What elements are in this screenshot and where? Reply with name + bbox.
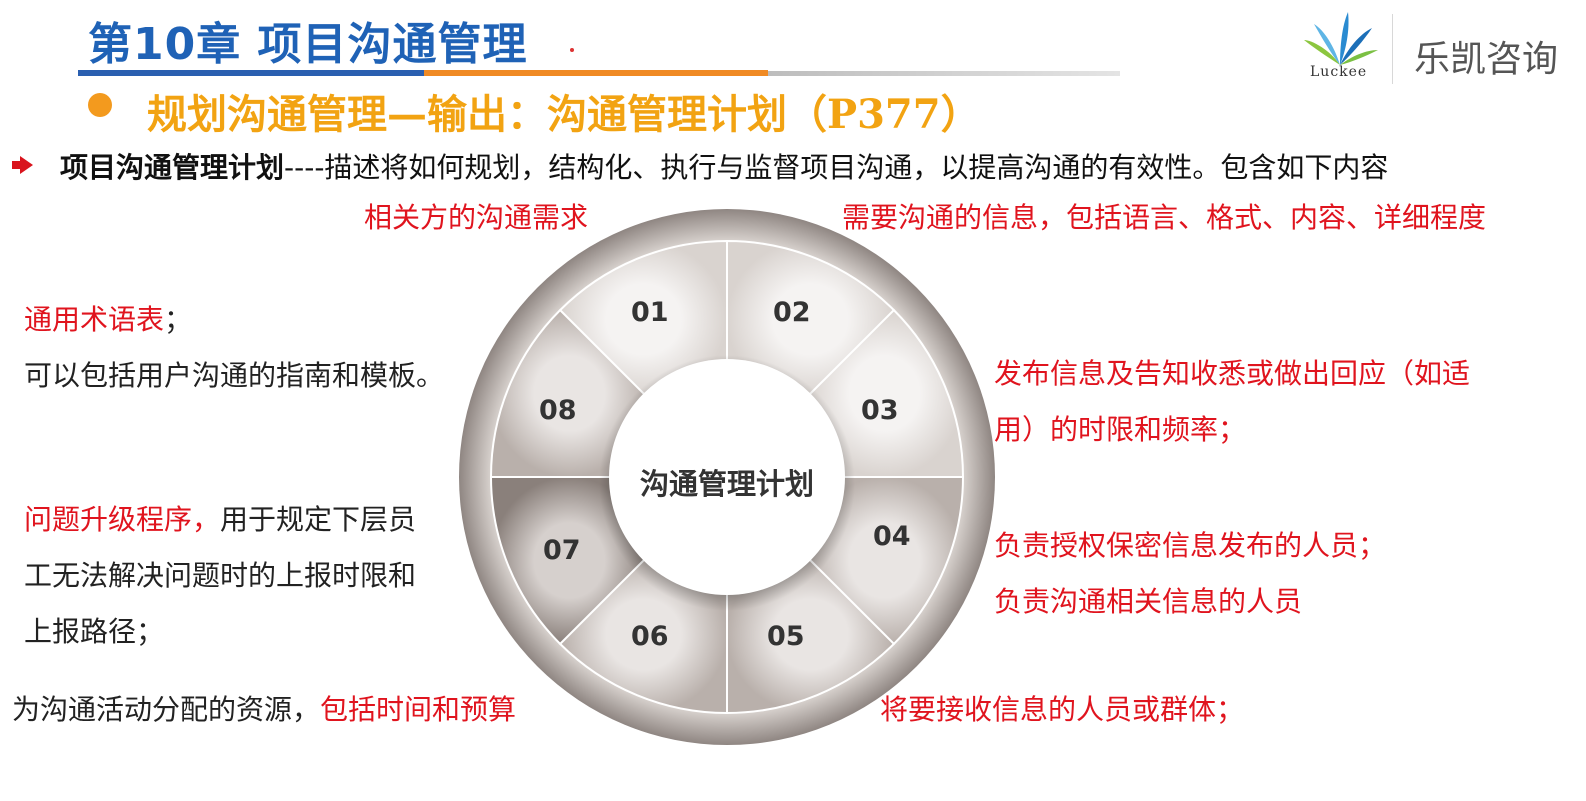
main-description-text: ----描述将如何规划，结构化、执行与监督项目沟通，以提高沟通的有效性。包含如下…	[284, 151, 1389, 184]
wheel-center-label: 沟通管理计划	[639, 467, 814, 501]
segment-label-03: 03	[861, 395, 899, 426]
annotation-07-line1: 问题升级程序，用于规定下层员	[24, 492, 416, 548]
segment-label-04: 04	[873, 521, 911, 552]
annotation-01: 相关方的沟通需求	[364, 201, 589, 234]
annotation-06-highlight: 包括时间和预算	[320, 693, 517, 726]
section-title: 规划沟通管理—输出：沟通管理计划（P377）	[147, 91, 981, 138]
annotation-08-sep: ；	[164, 303, 193, 336]
wheel-diagram: 沟通管理计划 01 02 03 04 05 06 07 08	[455, 205, 1000, 750]
segment-label-08: 08	[539, 395, 577, 426]
annotation-07-text: 用于规定下层员	[220, 503, 417, 536]
decorative-dot	[570, 48, 574, 52]
header-bar-blue	[78, 70, 424, 76]
annotation-06: 为沟通活动分配的资源，包括时间和预算	[12, 682, 516, 738]
segment-label-02: 02	[773, 297, 811, 328]
segment-label-05: 05	[767, 621, 805, 652]
annotation-08-line1: 通用术语表；	[24, 292, 192, 348]
segment-label-07: 07	[543, 535, 581, 566]
annotation-06-text: 为沟通活动分配的资源，	[12, 693, 321, 726]
logo-chinese-text: 乐凯咨询	[1414, 39, 1559, 80]
annotation-07-highlight: 问题升级程序，	[24, 503, 221, 536]
chapter-title: 第10章 项目沟通管理	[88, 19, 528, 70]
annotation-03-line2: 用）的时限和频率；	[994, 413, 1247, 446]
logo-divider	[1392, 14, 1393, 84]
header-bar-gray	[768, 71, 1120, 76]
logo-english-text: Luckee	[1310, 64, 1368, 80]
annotation-07-line3: 上报路径；	[24, 615, 165, 648]
annotation-04-line2: 负责沟通相关信息的人员	[994, 585, 1303, 618]
header-bar-orange	[424, 70, 768, 76]
annotation-02: 需要沟通的信息，包括语言、格式、内容、详细程度	[842, 201, 1487, 234]
annotation-05: 将要接收信息的人员或群体；	[880, 693, 1245, 726]
arrow-bullet-icon	[12, 155, 34, 175]
segment-label-01: 01	[631, 297, 669, 328]
annotation-08-line2: 可以包括用户沟通的指南和模板。	[24, 359, 445, 392]
annotation-08-highlight: 通用术语表	[24, 303, 165, 336]
section-bullet-icon	[88, 93, 112, 117]
annotation-07-line2: 工无法解决问题时的上报时限和	[24, 559, 417, 592]
annotation-04-line1: 负责授权保密信息发布的人员；	[994, 529, 1387, 562]
segment-label-06: 06	[631, 621, 669, 652]
main-description-term: 项目沟通管理计划	[60, 151, 285, 184]
main-description: 项目沟通管理计划----描述将如何规划，结构化、执行与监督项目沟通，以提高沟通的…	[60, 146, 1388, 186]
annotation-03-line1: 发布信息及告知收悉或做出回应（如适	[994, 357, 1471, 390]
